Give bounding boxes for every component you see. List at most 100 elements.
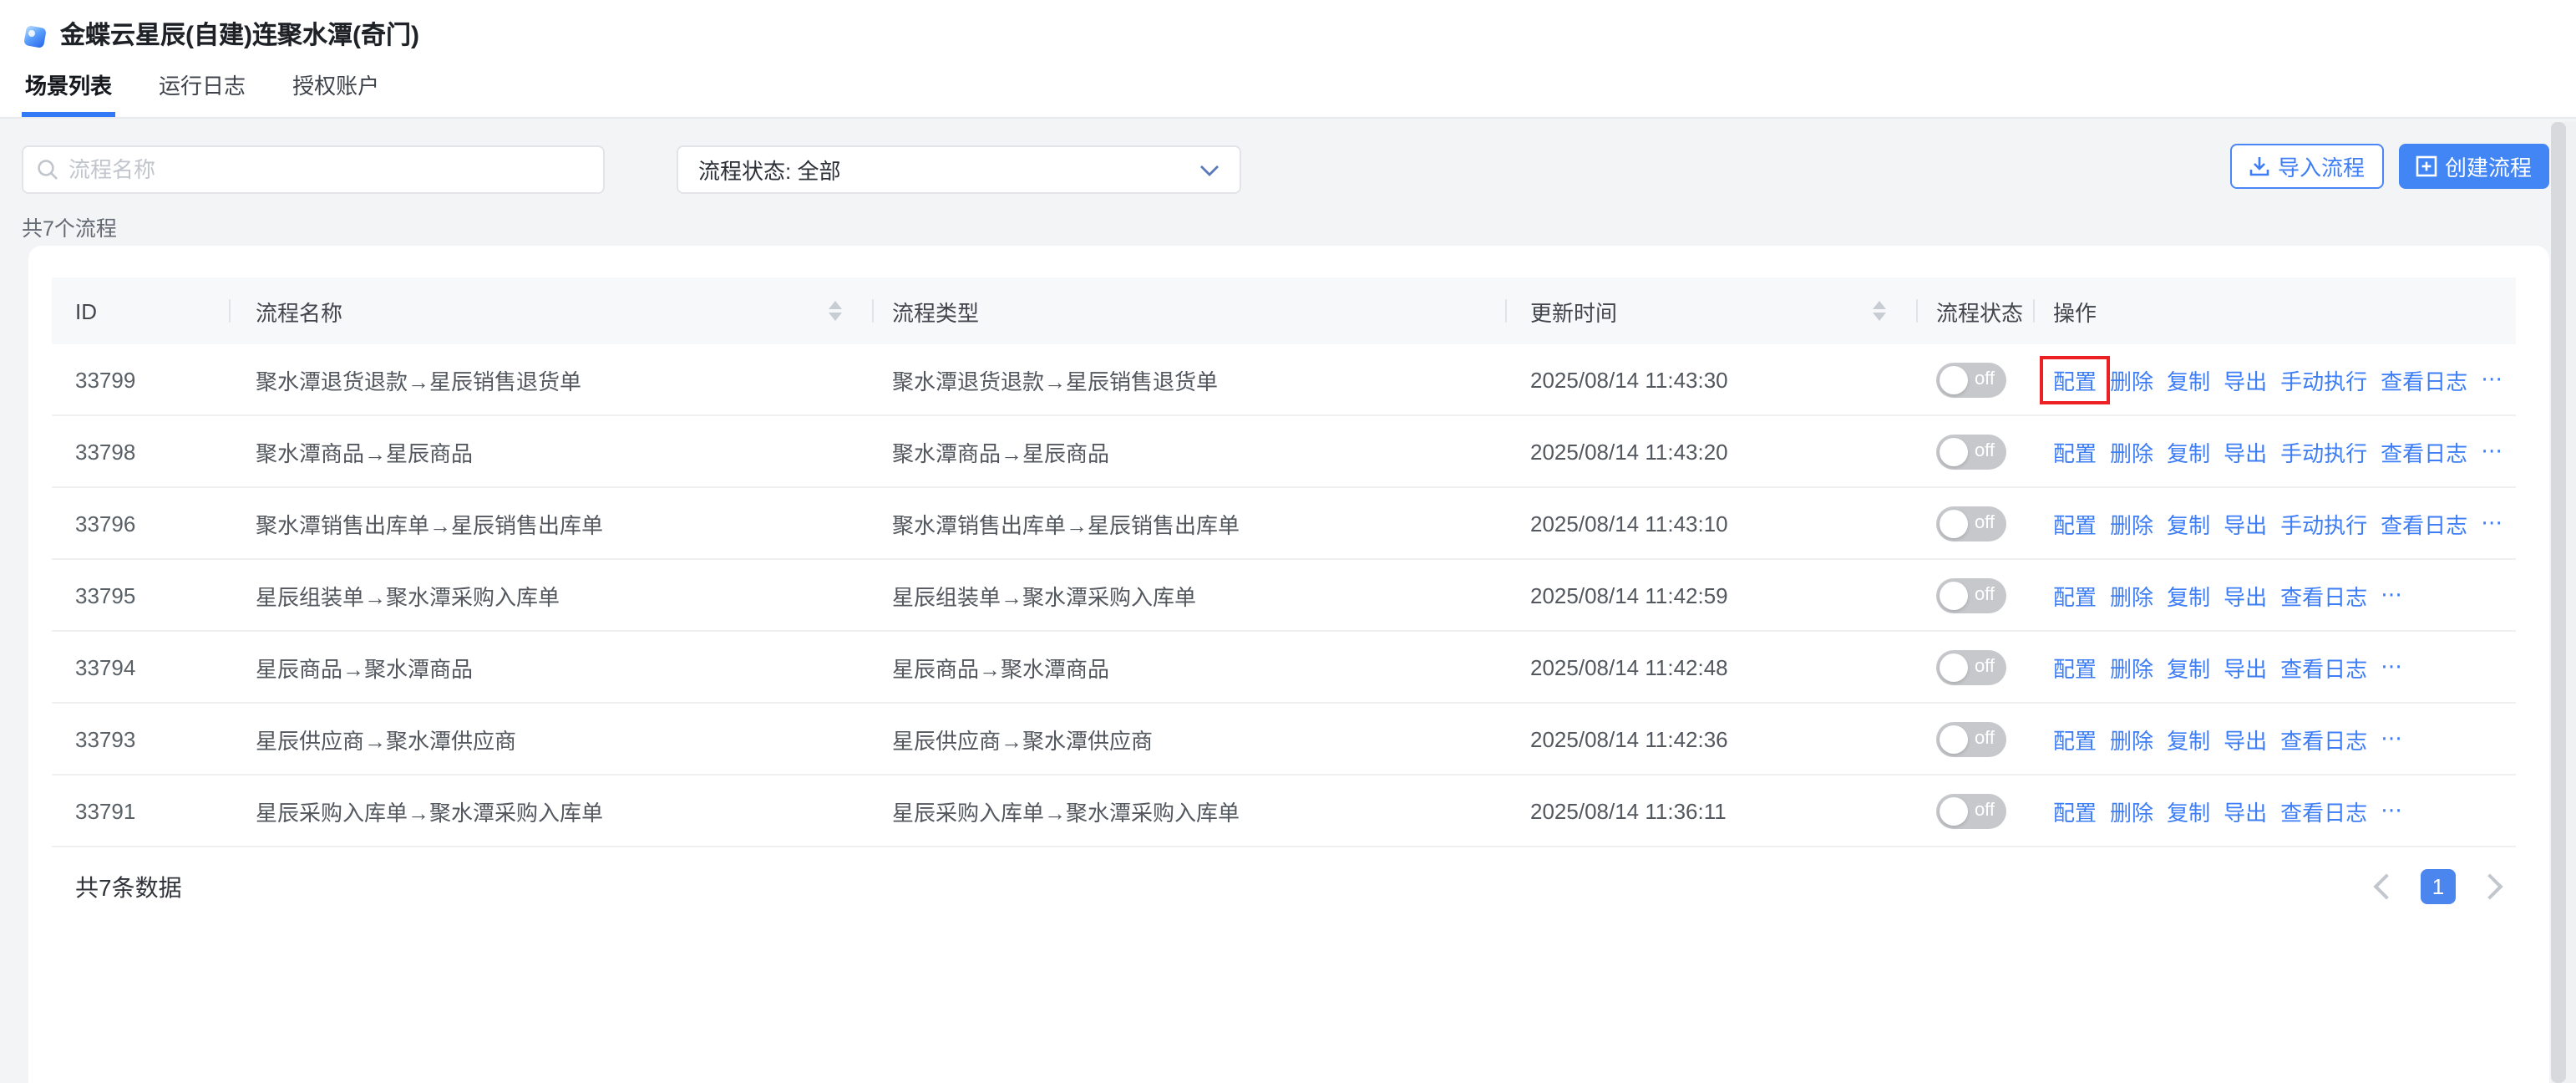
- row-updated-time: 2025/08/14 11:36:11: [1505, 798, 1916, 823]
- table-row: 33794星辰商品→聚水潭商品星辰商品→聚水潭商品2025/08/14 11:4…: [52, 632, 2516, 704]
- row-actions: 配置删除复制导出查看日志 ⋯: [2033, 579, 2516, 611]
- action-more-icon[interactable]: ⋯: [2481, 438, 2502, 465]
- status-filter-value: 流程状态: 全部: [698, 154, 840, 186]
- sort-icon-updated-time[interactable]: [1873, 301, 1886, 321]
- action-删除[interactable]: 删除: [2110, 435, 2153, 467]
- column-header-actions-label: 操作: [2053, 295, 2097, 327]
- row-actions: 配置删除复制导出查看日志 ⋯: [2033, 651, 2516, 683]
- row-updated-time: 2025/08/14 11:43:30: [1505, 367, 1916, 392]
- action-导出[interactable]: 导出: [2224, 435, 2267, 467]
- row-flow-type: 聚水潭退货退款→星辰销售退货单: [872, 364, 1505, 395]
- pagination-page-1[interactable]: 1: [2421, 869, 2456, 904]
- action-删除[interactable]: 删除: [2110, 579, 2153, 611]
- action-查看日志[interactable]: 查看日志: [2280, 651, 2367, 683]
- caret-down-icon: [1873, 313, 1886, 321]
- flow-status-toggle[interactable]: off: [1936, 649, 2006, 684]
- action-查看日志[interactable]: 查看日志: [2381, 507, 2467, 539]
- flow-status-toggle[interactable]: off: [1936, 362, 2006, 397]
- tab-run-logs[interactable]: 运行日志: [155, 69, 249, 117]
- action-查看日志[interactable]: 查看日志: [2381, 364, 2467, 395]
- scrollbar-thumb[interactable]: [2551, 122, 2566, 1083]
- action-导出[interactable]: 导出: [2224, 579, 2267, 611]
- action-手动执行[interactable]: 手动执行: [2280, 507, 2367, 539]
- toggle-off-label: off: [1975, 441, 1995, 461]
- column-header-flow-type-label: 流程类型: [892, 295, 979, 327]
- column-header-actions: 操作: [2033, 277, 2516, 344]
- flow-status-toggle[interactable]: off: [1936, 506, 2006, 541]
- action-more-icon[interactable]: ⋯: [2381, 582, 2402, 608]
- action-删除[interactable]: 删除: [2110, 723, 2153, 755]
- action-配置[interactable]: 配置: [2053, 507, 2097, 539]
- action-复制[interactable]: 复制: [2167, 579, 2210, 611]
- caret-up-icon: [829, 301, 842, 309]
- create-flow-button[interactable]: 创建流程: [2399, 144, 2549, 189]
- action-查看日志[interactable]: 查看日志: [2280, 795, 2367, 826]
- flow-status-toggle[interactable]: off: [1936, 434, 2006, 469]
- action-导出[interactable]: 导出: [2224, 651, 2267, 683]
- action-配置[interactable]: 配置: [2053, 579, 2097, 611]
- action-复制[interactable]: 复制: [2167, 651, 2210, 683]
- toggle-off-label: off: [1975, 729, 1995, 749]
- column-header-flow-status: 流程状态: [1916, 277, 2033, 344]
- action-复制[interactable]: 复制: [2167, 795, 2210, 826]
- action-复制[interactable]: 复制: [2167, 364, 2210, 395]
- action-手动执行[interactable]: 手动执行: [2280, 364, 2367, 395]
- caret-up-icon: [1873, 301, 1886, 309]
- chevron-down-icon: [1199, 163, 1220, 176]
- action-查看日志[interactable]: 查看日志: [2280, 723, 2367, 755]
- scrollbar-track[interactable]: [2551, 122, 2576, 1083]
- action-手动执行[interactable]: 手动执行: [2280, 435, 2367, 467]
- action-配置-highlighted[interactable]: 配置: [2040, 355, 2110, 404]
- flow-status-toggle[interactable]: off: [1936, 793, 2006, 828]
- row-flow-type: 星辰组装单→聚水潭采购入库单: [872, 579, 1505, 611]
- action-more-icon[interactable]: ⋯: [2481, 510, 2502, 536]
- row-status-cell: off: [1916, 506, 2033, 541]
- action-复制[interactable]: 复制: [2167, 435, 2210, 467]
- action-配置[interactable]: 配置: [2053, 435, 2097, 467]
- row-id: 33795: [52, 582, 229, 608]
- action-删除[interactable]: 删除: [2110, 364, 2153, 395]
- row-flow-type: 星辰供应商→聚水潭供应商: [872, 723, 1505, 755]
- row-actions: 配置删除复制导出手动执行查看日志⋯: [2033, 364, 2516, 395]
- action-more-icon[interactable]: ⋯: [2381, 653, 2402, 680]
- flow-status-toggle[interactable]: off: [1936, 577, 2006, 613]
- action-more-icon[interactable]: ⋯: [2481, 366, 2502, 393]
- table-footer: 共7条数据 1: [75, 869, 2499, 904]
- action-more-icon[interactable]: ⋯: [2381, 725, 2402, 752]
- page-title: 金蝶云星辰(自建)连聚水潭(奇门): [60, 22, 419, 52]
- action-导出[interactable]: 导出: [2224, 507, 2267, 539]
- status-filter-select[interactable]: 流程状态: 全部: [677, 145, 1241, 194]
- column-header-flow-status-label: 流程状态: [1936, 295, 2023, 327]
- action-配置[interactable]: 配置: [2053, 795, 2097, 826]
- row-flow-name: 星辰组装单→聚水潭采购入库单: [229, 579, 872, 611]
- action-配置[interactable]: 配置: [2053, 651, 2097, 683]
- action-查看日志[interactable]: 查看日志: [2280, 579, 2367, 611]
- action-删除[interactable]: 删除: [2110, 651, 2153, 683]
- action-导出[interactable]: 导出: [2224, 795, 2267, 826]
- tab-scene-list[interactable]: 场景列表: [22, 69, 115, 117]
- toggle-off-label: off: [1975, 585, 1995, 605]
- sort-icon-flow-name[interactable]: [829, 301, 842, 321]
- action-导出[interactable]: 导出: [2224, 364, 2267, 395]
- row-id: 33799: [52, 367, 229, 392]
- pagination-prev-icon[interactable]: [2373, 873, 2399, 899]
- action-删除[interactable]: 删除: [2110, 795, 2153, 826]
- pagination-next-icon[interactable]: [2477, 873, 2502, 899]
- action-复制[interactable]: 复制: [2167, 723, 2210, 755]
- flow-status-toggle[interactable]: off: [1936, 721, 2006, 756]
- create-flow-label: 创建流程: [2445, 150, 2532, 182]
- row-flow-name: 聚水潭销售出库单→星辰销售出库单: [229, 507, 872, 539]
- tab-authorized-accounts[interactable]: 授权账户: [289, 69, 383, 117]
- import-flow-button[interactable]: 导入流程: [2230, 144, 2384, 189]
- import-flow-label: 导入流程: [2278, 150, 2365, 182]
- table-row: 33798聚水潭商品→星辰商品聚水潭商品→星辰商品2025/08/14 11:4…: [52, 416, 2516, 488]
- action-删除[interactable]: 删除: [2110, 507, 2153, 539]
- action-复制[interactable]: 复制: [2167, 507, 2210, 539]
- column-header-updated-time-label: 更新时间: [1530, 295, 1617, 327]
- action-more-icon[interactable]: ⋯: [2381, 797, 2402, 824]
- action-导出[interactable]: 导出: [2224, 723, 2267, 755]
- action-查看日志[interactable]: 查看日志: [2381, 435, 2467, 467]
- search-input[interactable]: [65, 155, 603, 184]
- action-配置[interactable]: 配置: [2053, 723, 2097, 755]
- row-id: 33794: [52, 654, 229, 679]
